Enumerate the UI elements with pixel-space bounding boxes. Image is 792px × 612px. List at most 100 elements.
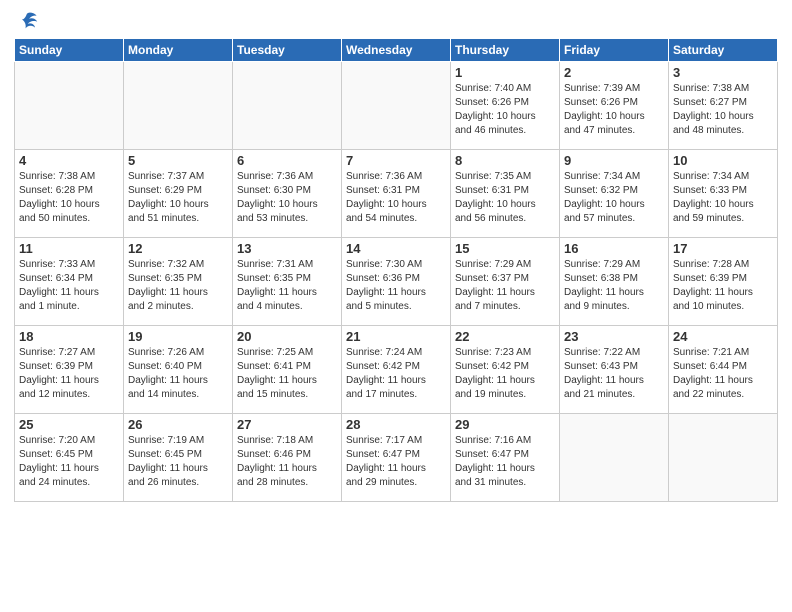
calendar-week-1: 1 Sunrise: 7:40 AM Sunset: 6:26 PM Daylig…	[15, 62, 778, 150]
day-info: Sunrise: 7:36 AM Sunset: 6:31 PM Dayligh…	[346, 170, 446, 226]
day-info: Sunrise: 7:32 AM Sunset: 6:35 PM Dayligh…	[128, 258, 228, 314]
day-number: 4	[19, 153, 119, 168]
day-number: 29	[455, 417, 555, 432]
day-info: Sunrise: 7:25 AM Sunset: 6:41 PM Dayligh…	[237, 346, 337, 402]
day-info: Sunrise: 7:29 AM Sunset: 6:37 PM Dayligh…	[455, 258, 555, 314]
calendar-cell: 21Sunrise: 7:24 AM Sunset: 6:42 PM Dayli…	[342, 326, 451, 414]
day-info: Sunrise: 7:37 AM Sunset: 6:29 PM Dayligh…	[128, 170, 228, 226]
day-info: Sunrise: 7:38 AM Sunset: 6:28 PM Dayligh…	[19, 170, 119, 226]
calendar-week-3: 11 Sunrise: 7:33 AM Sunset: 6:34 PM Dayli…	[15, 238, 778, 326]
day-info: Sunrise: 7:19 AM Sunset: 6:45 PM Dayligh…	[128, 434, 228, 490]
calendar-cell: 17 Sunrise: 7:28 AM Sunset: 6:39 PM Dayli…	[669, 238, 778, 326]
day-number: 5	[128, 153, 228, 168]
main-container: SundayMondayTuesdayWednesdayThursdayFrid…	[0, 0, 792, 612]
calendar-cell	[233, 62, 342, 150]
calendar-cell	[124, 62, 233, 150]
calendar-cell: 2Sunrise: 7:39 AM Sunset: 6:26 PM Daylig…	[560, 62, 669, 150]
day-number: 20	[237, 329, 337, 344]
day-info: Sunrise: 7:31 AM Sunset: 6:35 PM Dayligh…	[237, 258, 337, 314]
day-info: Sunrise: 7:18 AM Sunset: 6:46 PM Dayligh…	[237, 434, 337, 490]
day-number: 21	[346, 329, 446, 344]
weekday-header-monday: Monday	[124, 39, 233, 62]
calendar-cell: 26Sunrise: 7:19 AM Sunset: 6:45 PM Dayli…	[124, 414, 233, 502]
day-number: 1	[455, 65, 555, 80]
day-number: 18	[19, 329, 119, 344]
calendar-cell: 27 Sunrise: 7:18 AM Sunset: 6:46 PM Dayli…	[233, 414, 342, 502]
calendar-cell: 5 Sunrise: 7:37 AM Sunset: 6:29 PM Daylig…	[124, 150, 233, 238]
calendar-cell	[342, 62, 451, 150]
day-info: Sunrise: 7:17 AM Sunset: 6:47 PM Dayligh…	[346, 434, 446, 490]
weekday-header-wednesday: Wednesday	[342, 39, 451, 62]
calendar-week-5: 25Sunrise: 7:20 AM Sunset: 6:45 PM Dayli…	[15, 414, 778, 502]
day-info: Sunrise: 7:21 AM Sunset: 6:44 PM Dayligh…	[673, 346, 773, 402]
weekday-header-friday: Friday	[560, 39, 669, 62]
day-number: 28	[346, 417, 446, 432]
day-number: 10	[673, 153, 773, 168]
day-number: 8	[455, 153, 555, 168]
day-info: Sunrise: 7:27 AM Sunset: 6:39 PM Dayligh…	[19, 346, 119, 402]
day-number: 3	[673, 65, 773, 80]
weekday-header-sunday: Sunday	[15, 39, 124, 62]
day-number: 9	[564, 153, 664, 168]
day-info: Sunrise: 7:34 AM Sunset: 6:33 PM Dayligh…	[673, 170, 773, 226]
weekday-header-thursday: Thursday	[451, 39, 560, 62]
calendar-cell: 29 Sunrise: 7:16 AM Sunset: 6:47 PM Dayli…	[451, 414, 560, 502]
calendar-cell: 7 Sunrise: 7:36 AM Sunset: 6:31 PM Daylig…	[342, 150, 451, 238]
calendar-cell: 13 Sunrise: 7:31 AM Sunset: 6:35 PM Dayli…	[233, 238, 342, 326]
calendar-cell	[15, 62, 124, 150]
calendar-cell: 19 Sunrise: 7:26 AM Sunset: 6:40 PM Dayli…	[124, 326, 233, 414]
day-info: Sunrise: 7:38 AM Sunset: 6:27 PM Dayligh…	[673, 82, 773, 138]
calendar-table: SundayMondayTuesdayWednesdayThursdayFrid…	[14, 38, 778, 502]
day-number: 24	[673, 329, 773, 344]
weekday-header-row: SundayMondayTuesdayWednesdayThursdayFrid…	[15, 39, 778, 62]
weekday-header-saturday: Saturday	[669, 39, 778, 62]
calendar-cell: 20 Sunrise: 7:25 AM Sunset: 6:41 PM Dayli…	[233, 326, 342, 414]
calendar-cell: 10 Sunrise: 7:34 AM Sunset: 6:33 PM Dayli…	[669, 150, 778, 238]
day-number: 15	[455, 241, 555, 256]
day-number: 27	[237, 417, 337, 432]
header	[14, 10, 778, 32]
calendar-cell: 1 Sunrise: 7:40 AM Sunset: 6:26 PM Daylig…	[451, 62, 560, 150]
day-number: 7	[346, 153, 446, 168]
calendar-cell: 23 Sunrise: 7:22 AM Sunset: 6:43 PM Dayli…	[560, 326, 669, 414]
calendar-cell: 9 Sunrise: 7:34 AM Sunset: 6:32 PM Daylig…	[560, 150, 669, 238]
day-number: 12	[128, 241, 228, 256]
calendar-cell: 3 Sunrise: 7:38 AM Sunset: 6:27 PM Daylig…	[669, 62, 778, 150]
calendar-cell: 16Sunrise: 7:29 AM Sunset: 6:38 PM Dayli…	[560, 238, 669, 326]
day-info: Sunrise: 7:26 AM Sunset: 6:40 PM Dayligh…	[128, 346, 228, 402]
logo	[14, 10, 38, 32]
calendar-cell: 4 Sunrise: 7:38 AM Sunset: 6:28 PM Daylig…	[15, 150, 124, 238]
day-info: Sunrise: 7:16 AM Sunset: 6:47 PM Dayligh…	[455, 434, 555, 490]
day-info: Sunrise: 7:39 AM Sunset: 6:26 PM Dayligh…	[564, 82, 664, 138]
calendar-cell: 15 Sunrise: 7:29 AM Sunset: 6:37 PM Dayli…	[451, 238, 560, 326]
day-info: Sunrise: 7:34 AM Sunset: 6:32 PM Dayligh…	[564, 170, 664, 226]
calendar-cell: 18 Sunrise: 7:27 AM Sunset: 6:39 PM Dayli…	[15, 326, 124, 414]
day-info: Sunrise: 7:33 AM Sunset: 6:34 PM Dayligh…	[19, 258, 119, 314]
calendar-cell: 12 Sunrise: 7:32 AM Sunset: 6:35 PM Dayli…	[124, 238, 233, 326]
calendar-cell: 6 Sunrise: 7:36 AM Sunset: 6:30 PM Daylig…	[233, 150, 342, 238]
day-number: 19	[128, 329, 228, 344]
day-number: 6	[237, 153, 337, 168]
day-number: 13	[237, 241, 337, 256]
calendar-cell	[560, 414, 669, 502]
day-info: Sunrise: 7:29 AM Sunset: 6:38 PM Dayligh…	[564, 258, 664, 314]
day-info: Sunrise: 7:35 AM Sunset: 6:31 PM Dayligh…	[455, 170, 555, 226]
day-info: Sunrise: 7:40 AM Sunset: 6:26 PM Dayligh…	[455, 82, 555, 138]
logo-bird-icon	[16, 10, 38, 32]
day-info: Sunrise: 7:36 AM Sunset: 6:30 PM Dayligh…	[237, 170, 337, 226]
day-number: 23	[564, 329, 664, 344]
calendar-cell: 14 Sunrise: 7:30 AM Sunset: 6:36 PM Dayli…	[342, 238, 451, 326]
day-info: Sunrise: 7:22 AM Sunset: 6:43 PM Dayligh…	[564, 346, 664, 402]
day-number: 17	[673, 241, 773, 256]
day-number: 22	[455, 329, 555, 344]
calendar-cell	[669, 414, 778, 502]
day-number: 14	[346, 241, 446, 256]
day-info: Sunrise: 7:30 AM Sunset: 6:36 PM Dayligh…	[346, 258, 446, 314]
calendar-week-4: 18 Sunrise: 7:27 AM Sunset: 6:39 PM Dayli…	[15, 326, 778, 414]
day-number: 25	[19, 417, 119, 432]
day-number: 11	[19, 241, 119, 256]
calendar-cell: 11 Sunrise: 7:33 AM Sunset: 6:34 PM Dayli…	[15, 238, 124, 326]
day-info: Sunrise: 7:28 AM Sunset: 6:39 PM Dayligh…	[673, 258, 773, 314]
weekday-header-tuesday: Tuesday	[233, 39, 342, 62]
calendar-cell: 25Sunrise: 7:20 AM Sunset: 6:45 PM Dayli…	[15, 414, 124, 502]
